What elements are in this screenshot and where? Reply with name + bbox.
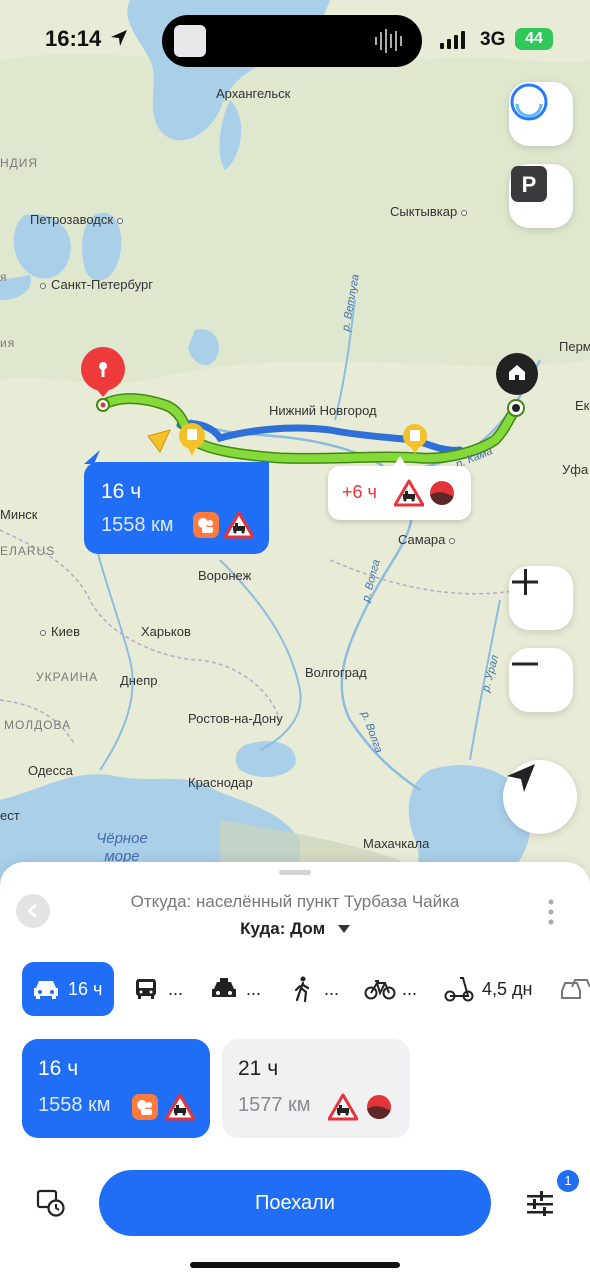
route-to[interactable]: Куда: Дом [0,919,590,939]
route-settings-icon[interactable] [526,1190,556,1216]
car-icon [34,981,58,999]
toll-road-icon [132,1094,158,1120]
mode-scooter-label: 4,5 дн [482,978,533,999]
route-bubble-main[interactable]: 16 ч 1558 км [84,450,269,554]
sheet-grabber[interactable] [279,870,311,875]
city-label: Ростов-на-Дону [188,711,283,726]
alice-assistant-button[interactable] [509,82,573,146]
route-card-duration: 16 ч [38,1057,79,1080]
sea-label: Чёрное море [96,830,148,865]
route-duration: 16 ч [101,480,142,503]
route-from[interactable]: Откуда: населённый пункт Турбаза Чайка [0,892,590,912]
toll-road-icon [193,512,219,538]
mode-bus-tab[interactable]: ... [134,962,183,1016]
mode-walk-label: ... [324,978,340,999]
ferry-icon [367,1095,391,1119]
region-label: НДИЯ [0,156,39,170]
zoom-out-button[interactable] [509,648,573,712]
mode-walk-tab[interactable]: ... [292,962,339,1016]
city-label: Уфа [562,462,589,477]
minus-icon [512,662,538,666]
route-card-distance: 1577 км [238,1094,311,1116]
mode-scooter-tab[interactable]: 4,5 дн [444,962,532,1016]
my-location-button[interactable] [503,760,577,834]
bus-icon [136,979,156,999]
route-distance: 1558 км [101,514,174,536]
mode-bike-tab[interactable]: ... [364,962,417,1016]
region-label: УКРАИНА [36,670,99,684]
route-bubble-alt[interactable]: +6 ч [328,456,471,520]
ferry-icon [430,481,454,505]
city-label: Днепр [120,673,158,688]
scooter-icon [444,977,474,1002]
location-arrow-icon [111,30,128,46]
city-label: Киев [40,624,80,639]
network-type: 3G [480,29,506,50]
city-label: Перм [559,339,590,354]
bubble-tail [84,450,100,464]
mode-car-label: 16 ч [68,978,103,999]
zoom-in-button[interactable] [509,566,573,630]
region-label: ия [0,336,16,350]
dropdown-triangle-icon [337,925,350,933]
walking-icon [294,976,310,1002]
city-label: Краснодар [188,775,253,790]
city-label: Минск [0,507,38,522]
svg-text:P: P [522,172,537,197]
city-label: Ек [575,398,590,413]
city-label: ест [0,808,20,823]
railway-crossing-icon [327,1093,359,1126]
parking-button[interactable]: P [509,164,573,228]
city-label: Петрозаводск [30,212,128,227]
signal-icon [440,31,465,49]
bicycle-icon [364,980,396,1000]
bubble-tail [392,456,408,468]
city-label: Одесса [28,763,73,778]
region-label: ЕЛАRUS [0,544,56,558]
city-label: Архангельск [216,86,291,101]
mode-car-tab[interactable]: 16 ч [22,962,115,1016]
mode-taxi-label: ... [246,978,262,999]
route-sheet[interactable]: Откуда: населённый пункт Турбаза Чайка К… [0,862,590,1280]
region-label: МОЛДОВА [4,718,72,732]
home-indicator[interactable] [190,1262,400,1268]
route-card-alternative[interactable]: 21 ч 1577 км [222,1039,410,1138]
settings-badge: 1 [557,1170,579,1192]
dynamic-island[interactable] [162,15,422,67]
city-label: Нижний Новгород [269,403,377,418]
plus-icon [512,569,538,595]
more-icon[interactable] [546,898,556,926]
status-time: 16:14 [45,26,129,52]
route-card-duration: 21 ч [238,1057,279,1080]
mode-carsharing-tab[interactable] [560,962,590,1016]
city-label: Сыктывкар [390,204,472,219]
route-card-distance: 1558 км [38,1094,111,1116]
map-view[interactable]: Архангельск Петрозаводск Сыктывкар Санкт… [0,0,590,900]
schedule-time-icon[interactable] [36,1188,66,1218]
parking-icon: P [511,166,547,202]
audio-wave-icon [375,29,402,53]
route-delta: +6 ч [342,482,377,502]
city-label: Волгоград [305,665,367,680]
city-label: Самара [398,532,460,547]
city-label: Харьков [141,624,191,639]
go-button[interactable]: Поехали [99,1170,491,1236]
mode-bike-label: ... [402,978,418,999]
railway-crossing-icon [164,1093,196,1126]
route-card-selected[interactable]: 16 ч 1558 км [22,1039,210,1138]
mode-bus-label: ... [168,978,184,999]
status-bar: 16:14 3G 44 [0,0,590,80]
city-label: Воронеж [198,568,252,583]
region-label: я [0,270,8,284]
media-thumbnail [174,25,206,57]
battery-indicator: 44 [515,28,553,50]
city-label: Махачкала [363,836,430,851]
city-label: Санкт-Петербург [40,277,153,292]
mode-taxi-tab[interactable]: ... [210,962,261,1016]
carsharing-icon [561,979,590,999]
navigation-arrow-icon [507,764,535,792]
taxi-icon [212,978,236,997]
alice-icon [510,83,548,121]
